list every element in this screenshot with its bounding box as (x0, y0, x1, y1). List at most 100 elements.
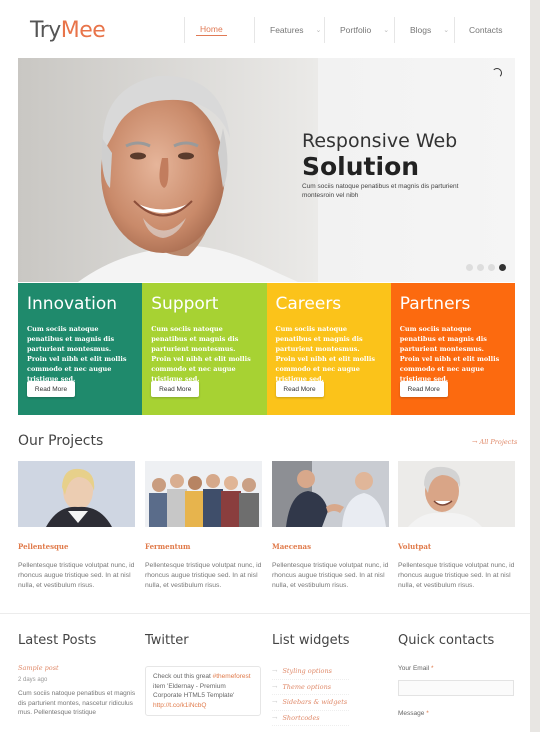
nav-label: Home (196, 24, 227, 36)
widget-list-item[interactable]: → Shortcodes (272, 711, 350, 726)
nav-item-contacts[interactable]: Contacts (454, 17, 514, 43)
widget-list-item[interactable]: → Theme options (272, 680, 350, 695)
feature-title: Innovation (27, 294, 118, 314)
feature-careers: Careers Cum sociis natoque penatibus et … (266, 283, 391, 415)
widget-title: Latest Posts (18, 633, 97, 648)
tweet-hashtag[interactable]: #themeforest (213, 673, 251, 680)
nav-label: Features (270, 25, 304, 35)
nav-label: Blogs (410, 25, 432, 35)
site-logo[interactable]: TryMee (30, 18, 106, 43)
hero-slider[interactable]: Responsive Web Solution Cum sociis natoq… (18, 58, 515, 282)
slider-dot-active[interactable] (499, 264, 506, 271)
feature-innovation: Innovation Cum sociis natoque penatibus … (18, 283, 143, 415)
slider-dot[interactable] (466, 264, 473, 271)
widget-title: List widgets (272, 633, 350, 648)
chevron-down-icon: ⌄ (315, 27, 322, 34)
section-divider (0, 613, 530, 614)
project-image (145, 461, 262, 527)
slide-text: Cum sociis natoque penatibus et magnis d… (302, 183, 459, 199)
post-date: 2 days ago (18, 677, 48, 683)
project-image (398, 461, 515, 527)
slider-pagination (466, 264, 506, 271)
chevron-down-icon: ⌄ (443, 27, 450, 34)
loading-spinner-icon (492, 68, 502, 78)
required-mark: * (426, 710, 429, 717)
widget-list-item[interactable]: → Styling options (272, 664, 350, 680)
email-label-text: Your Email (398, 665, 430, 672)
quick-contacts-widget: Quick contacts Your Email * Message * (398, 633, 514, 717)
tweet-box: Check out this great #themeforest item '… (145, 666, 261, 716)
post-excerpt: Cum sociis natoque penatibus et magnis d… (18, 690, 136, 716)
feature-text: Cum sociis natoque penatibus et magnis d… (151, 325, 251, 383)
slider-dot[interactable] (477, 264, 484, 271)
tweet-text: item 'Eldernay - Premium Corporate HTML5… (153, 682, 235, 700)
widget-list-label: Styling options (282, 667, 332, 676)
arrow-right-icon: → (272, 667, 278, 676)
nav-item-blogs[interactable]: Blogs ⌄ (394, 17, 454, 43)
feature-support: Support Cum sociis natoque penatibus et … (142, 283, 267, 415)
required-mark: * (431, 665, 434, 672)
latest-posts-widget: Latest Posts Sample post 2 days ago Cum … (18, 633, 136, 718)
widget-list-label: Theme options (282, 682, 332, 691)
project-name: Fermentum (145, 542, 191, 551)
email-field[interactable] (398, 680, 514, 696)
post-title-link[interactable]: Sample post (18, 664, 136, 672)
widget-list-label: Sidebars & widgets (282, 698, 348, 707)
logo-accent-text: Mee (60, 18, 106, 43)
nav-label: Contacts (469, 25, 503, 35)
nav-item-features[interactable]: Features ⌄ (254, 17, 324, 43)
main-nav: Home Features ⌄ Portfolio ⌄ Blogs ⌄ Cont… (184, 17, 514, 43)
widget-list: → Styling options → Theme options → Sidebar… (272, 664, 350, 726)
email-label: Your Email * (398, 665, 514, 672)
logo-text: Try (30, 18, 61, 43)
project-text: Pellentesque tristique volutpat nunc, id… (272, 562, 389, 589)
twitter-widget: Twitter Check out this great #themefores… (145, 633, 261, 716)
tweet-link[interactable]: http://t.co/k1iNcbQ (153, 702, 206, 709)
hero-photo (18, 58, 318, 282)
widget-title: Quick contacts (398, 633, 495, 648)
arrow-right-icon: → (272, 698, 278, 707)
page: TryMee Home Features ⌄ Portfolio ⌄ Blogs… (0, 0, 530, 732)
project-card[interactable]: Volutpat Pellentesque tristique volutpat… (398, 461, 515, 591)
widget-list-item[interactable]: → Sidebars & widgets (272, 695, 350, 711)
nav-item-portfolio[interactable]: Portfolio ⌄ (324, 17, 394, 43)
project-image (18, 461, 135, 527)
slide-title-line2: Solution (302, 152, 420, 181)
read-more-button[interactable]: Read More (151, 381, 200, 397)
project-name: Volutpat (398, 542, 432, 551)
message-label-text: Message (398, 710, 425, 717)
feature-partners: Partners Cum sociis natoque penatibus et… (390, 283, 515, 415)
feature-text: Cum sociis natoque penatibus et magnis d… (399, 325, 500, 383)
project-card[interactable]: Fermentum Pellentesque tristique volutpa… (145, 461, 262, 591)
slider-dot[interactable] (488, 264, 495, 271)
project-card[interactable]: Maecenas Pellentesque tristique volutpat… (272, 461, 389, 591)
project-card[interactable]: Pellentesque Pellentesque tristique volu… (18, 461, 135, 591)
arrow-right-icon: → (272, 713, 278, 722)
read-more-button[interactable]: Read More (399, 381, 448, 397)
feature-title: Partners (399, 294, 471, 314)
tweet-text: Check out this great (153, 673, 213, 680)
read-more-button[interactable]: Read More (275, 381, 324, 397)
project-text: Pellentesque tristique volutpat nunc, id… (18, 562, 135, 589)
widget-list-label: Shortcodes (282, 713, 320, 722)
feature-boxes: Innovation Cum sociis natoque penatibus … (18, 283, 515, 415)
nav-item-home[interactable]: Home (184, 17, 254, 43)
widget-title: Twitter (145, 633, 189, 648)
feature-title: Careers (275, 294, 342, 314)
slide-title-line1: Responsive Web (302, 130, 458, 152)
read-more-button[interactable]: Read More (27, 381, 75, 397)
feature-text: Cum sociis natoque penatibus et magnis d… (27, 325, 127, 383)
section-title-projects: Our Projects (18, 433, 104, 449)
project-name: Pellentesque (18, 542, 69, 551)
project-image (272, 461, 389, 527)
feature-text: Cum sociis natoque penatibus et magnis d… (275, 325, 376, 383)
nav-label: Portfolio (340, 25, 372, 35)
arrow-right-icon: → (272, 682, 278, 691)
all-projects-link[interactable]: → All Projects (472, 438, 517, 446)
project-text: Pellentesque tristique volutpat nunc, id… (398, 562, 515, 589)
message-label: Message * (398, 710, 514, 717)
project-text: Pellentesque tristique volutpat nunc, id… (145, 562, 262, 589)
project-name: Maecenas (272, 542, 312, 551)
feature-title: Support (151, 294, 219, 314)
page-scrollbar[interactable] (530, 0, 540, 732)
